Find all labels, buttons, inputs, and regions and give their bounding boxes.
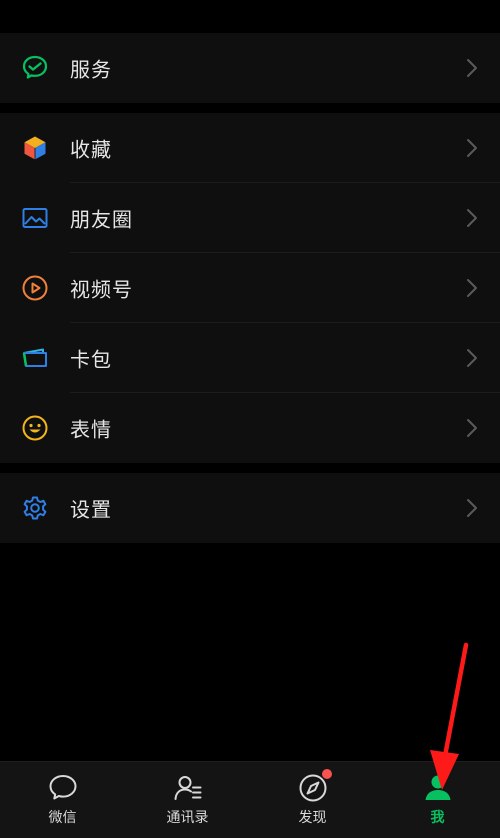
tab-label: 通讯录 <box>166 810 209 826</box>
chevron-right-icon <box>466 58 478 78</box>
menu-item-label: 服务 <box>70 57 112 82</box>
tab-label: 发现 <box>298 810 327 826</box>
menu-item-label: 卡包 <box>70 347 112 372</box>
smiley-icon <box>21 414 49 442</box>
tab-label: 微信 <box>48 810 77 826</box>
menu-item-favorites[interactable]: 收藏 <box>0 113 500 183</box>
chevron-right-icon <box>466 208 478 228</box>
tab-contacts[interactable]: 通讯录 <box>125 762 250 838</box>
menu-item-channels[interactable]: 视频号 <box>0 253 500 323</box>
chevron-right-icon <box>466 348 478 368</box>
menu-item-services[interactable]: 服务 <box>0 33 500 103</box>
contacts-icon <box>172 772 204 804</box>
features-group: 收藏 朋友圈 视频号 卡包 表情 <box>0 113 500 463</box>
tab-chats[interactable]: 微信 <box>0 762 125 838</box>
wechat-pay-icon <box>21 54 49 82</box>
person-icon <box>422 772 454 804</box>
bottom-tab-bar: 微信 通讯录 发现 我 <box>0 761 500 838</box>
chevron-right-icon <box>466 418 478 438</box>
menu-item-cards[interactable]: 卡包 <box>0 323 500 393</box>
menu-item-label: 朋友圈 <box>70 207 133 232</box>
services-group: 服务 <box>0 33 500 103</box>
tab-me[interactable]: 我 <box>375 762 500 838</box>
menu-item-stickers[interactable]: 表情 <box>0 393 500 463</box>
tab-label: 我 <box>430 810 445 826</box>
menu-item-label: 视频号 <box>70 277 133 302</box>
chat-bubble-icon <box>47 772 79 804</box>
menu-item-label: 收藏 <box>70 137 112 162</box>
notification-dot <box>322 769 332 779</box>
menu-item-settings[interactable]: 设置 <box>0 473 500 543</box>
me-page: 服务 收藏 朋友圈 视频号 卡包 表情 设置 微信 通讯录 发现 我 <box>0 0 500 838</box>
chevron-right-icon <box>466 138 478 158</box>
menu-item-label: 设置 <box>70 497 112 522</box>
menu-item-moments[interactable]: 朋友圈 <box>0 183 500 253</box>
gear-icon <box>21 494 49 522</box>
tab-discover[interactable]: 发现 <box>250 762 375 838</box>
settings-group: 设置 <box>0 473 500 543</box>
play-circle-icon <box>21 274 49 302</box>
chevron-right-icon <box>466 278 478 298</box>
chevron-right-icon <box>466 498 478 518</box>
image-icon <box>21 204 49 232</box>
wallet-icon <box>21 344 49 372</box>
menu-item-label: 表情 <box>70 417 112 442</box>
cube-icon <box>21 134 49 162</box>
